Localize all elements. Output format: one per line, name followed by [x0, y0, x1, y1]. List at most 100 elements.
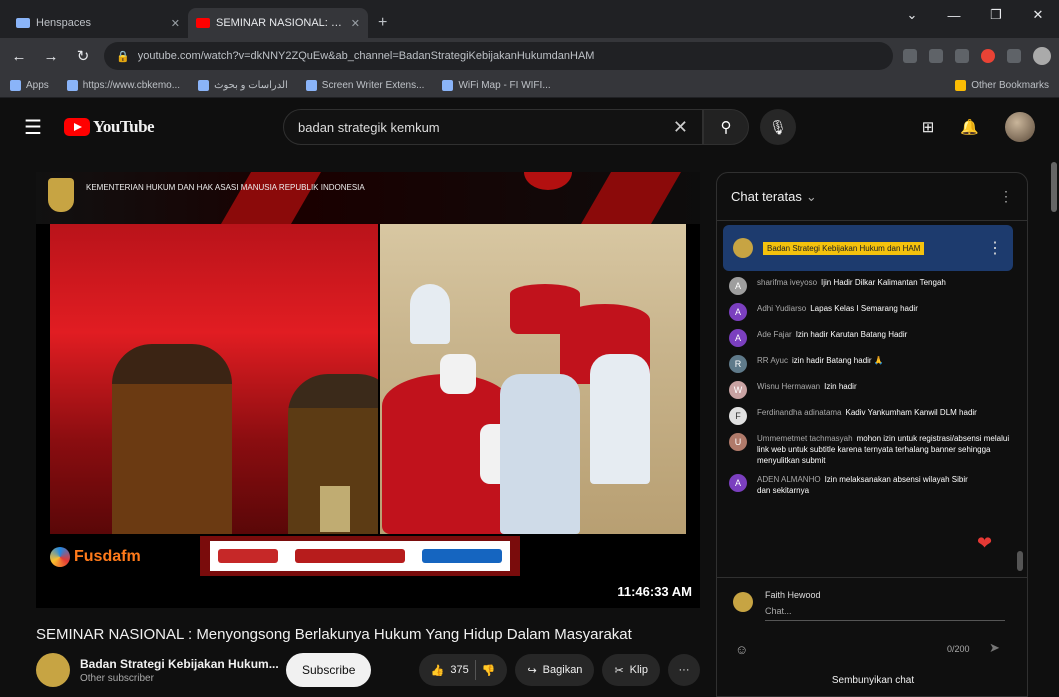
search-button[interactable]: ⚲ [703, 109, 749, 145]
channel-name[interactable]: Badan Strategi Kebijakan Hukum... [80, 657, 279, 671]
forward-icon[interactable]: → [40, 48, 62, 65]
back-icon[interactable]: ← [8, 48, 30, 65]
menu-icon[interactable]: ☰ [24, 115, 64, 140]
subscriber-count: Other subscriber [80, 672, 154, 684]
sponsor-logo [218, 549, 279, 563]
like-icon[interactable]: 👍 [431, 664, 445, 677]
heart-reaction-icon: ❤ [977, 533, 993, 553]
channel-row: Badan Strategi Kebijakan Hukum... Other … [36, 648, 700, 692]
audience-member [500, 374, 580, 534]
bookmark-item[interactable]: https://www.cbkemo... [66, 80, 180, 91]
message-author: Ferdinandha adinatama [757, 408, 842, 417]
more-actions-button[interactable]: ··· [668, 654, 700, 686]
bookmark-apps[interactable]: Apps [10, 80, 49, 91]
user-avatar [733, 592, 753, 612]
extension-icon[interactable] [981, 49, 995, 63]
clip-button[interactable]: ✂ Klip [602, 654, 660, 686]
scissors-icon: ✂ [614, 664, 624, 677]
bookmark-favicon-icon [66, 80, 78, 91]
browser-tab-bar: Henspaces ✕ SEMINAR NASIONAL: Meny... ✕ … [0, 0, 1059, 38]
extension-icon[interactable] [903, 49, 917, 63]
divider [474, 660, 476, 680]
extension-icon[interactable] [955, 49, 969, 63]
other-bookmarks[interactable]: Other Bookmarks [955, 80, 1049, 91]
chat-message[interactable]: R RR Ayuc izin hadir Batang hadir 🙏 [729, 355, 1017, 373]
extension-icon[interactable] [929, 49, 943, 63]
account-avatar[interactable] [1005, 112, 1035, 142]
chat-message[interactable]: A sharifma iveyoso Ijin Hadir Dilkar Kali… [729, 277, 1017, 295]
chat-message[interactable]: W Wisnu Hermawan Izin hadir [729, 381, 1017, 399]
share-icon: ↪ [527, 664, 537, 677]
bookmark-item[interactable]: الدراسات و بحوث [198, 80, 288, 91]
chair [440, 354, 476, 394]
close-window-icon[interactable]: ✕ [1017, 0, 1059, 30]
new-tab-button[interactable]: + [368, 14, 397, 38]
search-icon: ⚲ [720, 119, 732, 136]
more-options-icon[interactable]: ⋮ [999, 188, 1013, 205]
subscribe-button[interactable]: Subscribe [286, 653, 372, 687]
tab-title: SEMINAR NASIONAL: Meny... [216, 17, 345, 29]
chat-scrollbar[interactable] [1017, 551, 1023, 571]
maximize-icon[interactable]: ❐ [975, 0, 1017, 30]
voice-search-button[interactable]: 🎙 [760, 109, 796, 145]
chat-message[interactable]: A Ade Fajar Izin hadir Karutan Batang Had… [729, 329, 1017, 347]
pinned-message[interactable]: Badan Strategi Kebijakan Hukum dan HAM ⋮ [723, 225, 1013, 271]
chat-mode-dropdown[interactable]: Chat teratas [731, 189, 802, 204]
url-text: youtube.com/watch?v=dkNNY2ZQuEw&ab_chann… [137, 50, 595, 62]
sponsor-logos [210, 541, 510, 571]
audience-member [590, 354, 650, 484]
profile-avatar[interactable] [1033, 47, 1051, 65]
share-button[interactable]: ↪ Bagikan [515, 654, 595, 686]
browser-toolbar: ← → ↻ 🔒 youtube.com/watch?v=dkNNY2ZQuEw&… [0, 38, 1059, 74]
video-player[interactable]: KEMENTERIAN HUKUM DAN HAK ASASI MANUSIA … [36, 172, 700, 608]
close-tab-icon[interactable]: ✕ [171, 17, 180, 30]
more-options-icon[interactable]: ⋮ [987, 238, 1003, 258]
chat-header: Chat teratas ⌄ ⋮ [717, 173, 1027, 221]
chat-input[interactable]: Chat... [765, 606, 792, 616]
character-count: 0/200 [947, 644, 970, 654]
message-text: Izin hadir [824, 382, 857, 391]
message-author: ADEN ALMANHO [757, 475, 821, 484]
pinned-author-avatar [733, 238, 753, 258]
like-count[interactable]: 375 [450, 664, 468, 676]
extensions-puzzle-icon[interactable] [1007, 49, 1021, 63]
chat-message[interactable]: F Ferdinandha adinatama Kadiv Yankumham K… [729, 407, 1017, 425]
channel-avatar[interactable] [36, 653, 70, 687]
youtube-logo[interactable]: YouTube [64, 117, 155, 137]
bookmark-item[interactable]: WiFi Map - FI WIFI... [442, 80, 551, 91]
tab-search-icon[interactable]: ⌄ [891, 0, 933, 30]
video-title: SEMINAR NASIONAL : Menyongsong Berlakuny… [36, 626, 632, 643]
round-table [510, 284, 580, 334]
notifications-bell-icon[interactable]: 🔔 [960, 118, 979, 136]
chevron-down-icon[interactable]: ⌄ [806, 189, 817, 205]
chat-message[interactable]: A ADEN ALMANHO Izin melaksanakan absensi … [729, 474, 1017, 496]
clear-search-icon[interactable]: ✕ [673, 117, 688, 138]
sponsor-logo [294, 549, 405, 563]
search-input[interactable]: badan strategik kemkum ✕ [283, 109, 703, 145]
bookmark-item[interactable]: Screen Writer Extens... [305, 80, 424, 91]
tab-favicon-icon [16, 18, 30, 28]
bookmark-favicon-icon [305, 80, 317, 91]
emoji-icon[interactable]: ☺ [735, 642, 748, 657]
author-avatar: A [729, 474, 747, 492]
send-icon[interactable]: ➤ [989, 640, 1000, 656]
reload-icon[interactable]: ↻ [72, 47, 94, 65]
address-bar[interactable]: 🔒 youtube.com/watch?v=dkNNY2ZQuEw&ab_cha… [104, 42, 893, 70]
browser-tab[interactable]: Henspaces ✕ [8, 8, 188, 38]
create-video-icon[interactable]: ⊞ [922, 118, 935, 136]
chat-message[interactable]: A Adhi Yudiarso Lapas Kelas I Semarang ha… [729, 303, 1017, 321]
page-scrollbar[interactable] [1051, 162, 1057, 212]
fusda-globe-icon [50, 547, 70, 567]
message-text: izin hadir Batang hadir 🙏 [791, 356, 884, 365]
message-text: Lapas Kelas I Semarang hadir [810, 304, 918, 313]
ministry-name-text: KEMENTERIAN HUKUM DAN HAK ASASI MANUSIA … [86, 183, 365, 192]
hide-chat-button[interactable]: Sembunyikan chat [717, 675, 1027, 686]
like-dislike-group: 👍 375 👎 [418, 654, 508, 686]
dislike-icon[interactable]: 👎 [482, 664, 496, 677]
minimize-icon[interactable]: — [933, 0, 975, 30]
bookmark-favicon-icon [198, 80, 210, 91]
browser-tab-active[interactable]: SEMINAR NASIONAL: Meny... ✕ [188, 8, 368, 38]
close-tab-icon[interactable]: ✕ [351, 17, 360, 30]
decorative-stripe [220, 172, 322, 224]
chat-message[interactable]: U Ummemetmet tachmasyah mohon izin untuk … [729, 433, 1017, 466]
